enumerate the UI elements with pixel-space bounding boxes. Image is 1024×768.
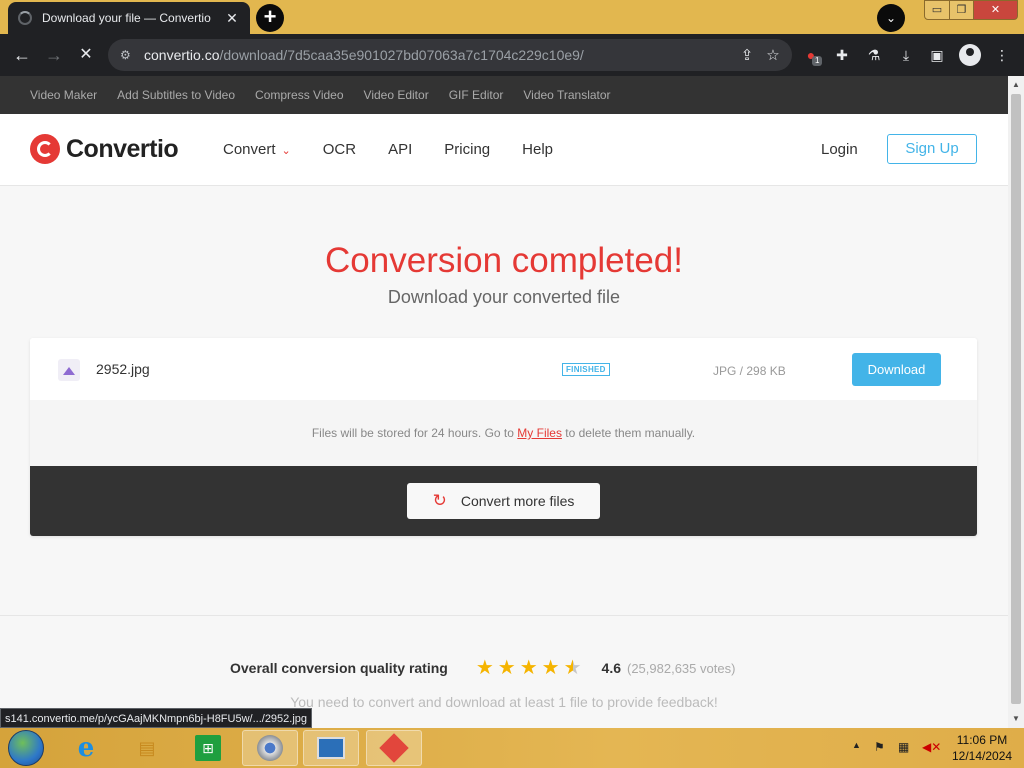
page-title: Conversion completed! bbox=[325, 241, 683, 280]
storage-note-text-after: to delete them manually. bbox=[561, 426, 696, 440]
download-icon[interactable]: ⤓ bbox=[897, 46, 915, 64]
top-link-gif-editor[interactable]: GIF Editor bbox=[449, 88, 504, 102]
scrollbar-thumb[interactable] bbox=[1011, 94, 1021, 704]
window-restore-button[interactable]: ❐ bbox=[949, 0, 974, 20]
site-info-icon[interactable]: ⚙ bbox=[120, 48, 136, 62]
storage-note-text-before: Files will be stored for 24 hours. Go to bbox=[311, 426, 518, 440]
rating-votes: (25,982,635 votes) bbox=[627, 660, 736, 676]
scroll-up-icon[interactable]: ▲ bbox=[1008, 78, 1024, 92]
rating-label: Overall conversion quality rating bbox=[230, 660, 448, 676]
clock-time: 11:06 PM bbox=[956, 733, 1008, 747]
extension-badge: 1 bbox=[812, 56, 823, 66]
my-files-link[interactable]: My Files bbox=[517, 426, 562, 440]
top-link-video-translator[interactable]: Video Translator bbox=[523, 88, 610, 102]
convert-more-strip: ↻ Convert more files bbox=[30, 466, 977, 536]
file-name: 2952.jpg bbox=[96, 361, 150, 377]
action-center-flag-icon[interactable]: ⚑ bbox=[874, 740, 885, 754]
nav-convert[interactable]: Convert ⌄ bbox=[223, 141, 291, 158]
convert-more-label: Convert more files bbox=[460, 493, 575, 509]
top-link-video-editor[interactable]: Video Editor bbox=[364, 88, 429, 102]
tray-expand-icon[interactable]: ▲ bbox=[852, 740, 861, 750]
file-result-card: 2952.jpg FINISHED JPG / 298 KB Download … bbox=[30, 338, 977, 536]
sidebar-icon[interactable]: ▣ bbox=[928, 46, 946, 64]
star-icon[interactable]: ★ bbox=[498, 658, 516, 678]
star-half-icon[interactable]: ★ bbox=[564, 658, 582, 678]
window-minimize-button[interactable]: ▭ bbox=[924, 0, 950, 20]
nav-ocr[interactable]: OCR bbox=[323, 141, 356, 158]
file-row: 2952.jpg FINISHED JPG / 298 KB Download bbox=[30, 338, 977, 400]
convert-more-button[interactable]: ↻ Convert more files bbox=[407, 483, 600, 519]
remote-desktop-icon[interactable] bbox=[303, 730, 359, 766]
site-logo[interactable]: Convertio bbox=[30, 134, 179, 164]
page-subtitle: Download your converted file bbox=[387, 287, 621, 307]
status-badge: FINISHED bbox=[562, 363, 610, 376]
address-bar[interactable]: ⚙ convertio.co /download/7d5caa35e901027… bbox=[108, 39, 792, 71]
signup-button[interactable]: Sign Up bbox=[887, 134, 977, 164]
browser-tab-active[interactable]: Download your file — Convertio ✕ bbox=[8, 2, 250, 34]
storage-note: Files will be stored for 24 hours. Go to… bbox=[30, 400, 977, 466]
nav-convert-label: Convert bbox=[223, 141, 276, 158]
forward-icon[interactable]: → bbox=[42, 43, 66, 67]
nav-help[interactable]: Help bbox=[522, 141, 553, 158]
store-icon[interactable]: ⊞ bbox=[180, 730, 236, 766]
section-divider bbox=[0, 615, 1008, 616]
network-icon[interactable]: ▦ bbox=[898, 740, 909, 754]
loading-spinner-icon bbox=[18, 11, 32, 25]
rating-value: 4.6 bbox=[601, 660, 621, 676]
chevron-down-icon: ⌄ bbox=[281, 145, 291, 157]
volume-muted-icon[interactable]: ◀✕ bbox=[922, 740, 941, 754]
web-page: Video Maker Add Subtitles to Video Compr… bbox=[0, 76, 1008, 728]
site-header: Convertio Convert ⌄ OCR API Pricing Help … bbox=[0, 114, 1008, 186]
refresh-icon: ↻ bbox=[432, 491, 447, 510]
star-icon[interactable]: ☆ bbox=[764, 47, 782, 65]
top-tools-nav: Video Maker Add Subtitles to Video Compr… bbox=[0, 76, 1008, 114]
back-icon[interactable]: ← bbox=[10, 43, 34, 67]
stop-icon[interactable]: ✕ bbox=[74, 43, 98, 67]
lab-icon[interactable]: ⚗ bbox=[865, 46, 883, 64]
star-icon[interactable]: ★ bbox=[542, 658, 560, 678]
browser-toolbar: ← → ✕ ⚙ convertio.co /download/7d5caa35e… bbox=[0, 34, 1024, 76]
file-size: JPG / 298 KB bbox=[713, 364, 786, 378]
top-link-compress-video[interactable]: Compress Video bbox=[255, 88, 344, 102]
image-file-icon bbox=[58, 359, 80, 381]
page-scrollbar[interactable]: ▲ ▼ bbox=[1008, 76, 1024, 728]
profile-icon[interactable] bbox=[959, 44, 981, 66]
star-icon[interactable]: ★ bbox=[476, 658, 494, 678]
browser-titlebar: Download your file — Convertio ✕ + ⌄ ▭ ❐… bbox=[0, 0, 1024, 34]
nav-pricing[interactable]: Pricing bbox=[444, 141, 490, 158]
window-close-button[interactable]: ✕ bbox=[973, 0, 1018, 20]
new-tab-button[interactable]: + bbox=[256, 4, 284, 32]
quality-rating: Overall conversion quality rating ★ ★ ★ … bbox=[230, 658, 735, 678]
tab-search-button[interactable]: ⌄ bbox=[877, 4, 905, 32]
url-path: /download/7d5caa35e901027bd07063a7c1704c… bbox=[219, 47, 584, 63]
share-icon[interactable]: ⇪ bbox=[738, 47, 756, 65]
puzzle-icon[interactable]: ✚ bbox=[833, 46, 851, 64]
internet-explorer-icon[interactable]: e bbox=[58, 730, 114, 766]
clock-date: 12/14/2024 bbox=[952, 749, 1013, 763]
login-link[interactable]: Login bbox=[821, 141, 858, 158]
start-button[interactable] bbox=[8, 730, 44, 766]
windows-taskbar: e ▤ ⊞ ▲ ⚑ ▦ ◀✕ 11:06 PM 12/14/2024 bbox=[0, 728, 1024, 768]
nav-api[interactable]: API bbox=[388, 141, 412, 158]
main-nav: Convert ⌄ OCR API Pricing Help bbox=[223, 141, 553, 158]
star-icon[interactable]: ★ bbox=[520, 658, 538, 678]
download-button[interactable]: Download bbox=[852, 353, 941, 386]
top-link-video-maker[interactable]: Video Maker bbox=[30, 88, 97, 102]
convertio-logo-icon bbox=[30, 134, 60, 164]
logo-text: Convertio bbox=[66, 134, 179, 163]
anydesk-icon[interactable] bbox=[366, 730, 422, 766]
tab-title: Download your file — Convertio bbox=[42, 11, 211, 25]
link-status-bubble: s141.convertio.me/p/ycGAajMKNmpn6bj-H8FU… bbox=[0, 708, 313, 728]
system-clock[interactable]: 11:06 PM 12/14/2024 bbox=[952, 732, 1012, 764]
extension-icon[interactable]: ● 1 bbox=[802, 46, 823, 66]
rating-stars[interactable]: ★ ★ ★ ★ ★ bbox=[476, 658, 582, 678]
url-host: convertio.co bbox=[144, 47, 220, 63]
top-link-add-subtitles[interactable]: Add Subtitles to Video bbox=[117, 88, 235, 102]
menu-icon[interactable]: ⋮ bbox=[993, 46, 1011, 64]
file-explorer-icon[interactable]: ▤ bbox=[119, 730, 175, 766]
tab-close-icon[interactable]: ✕ bbox=[224, 10, 240, 26]
scroll-down-icon[interactable]: ▼ bbox=[1008, 712, 1024, 726]
chrome-taskbar-icon[interactable] bbox=[242, 730, 298, 766]
